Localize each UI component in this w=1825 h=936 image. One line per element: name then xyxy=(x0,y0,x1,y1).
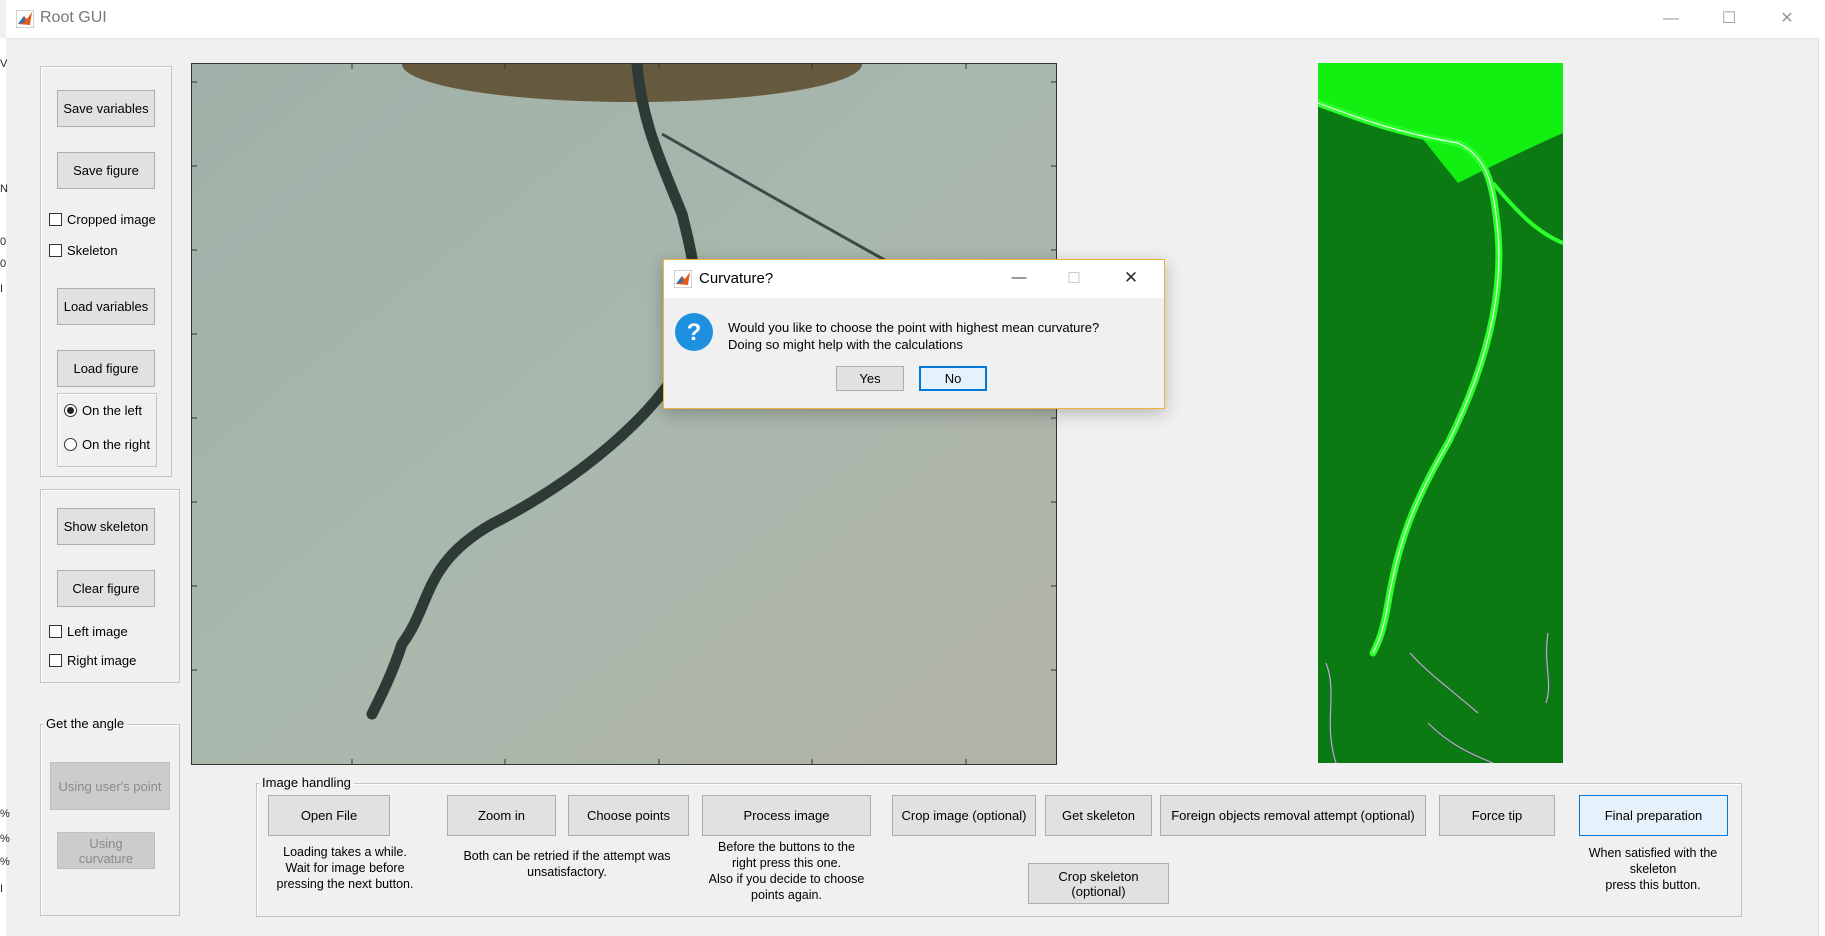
minimize-button[interactable]: — xyxy=(1642,0,1700,38)
dialog-title: Curvature? xyxy=(699,270,774,287)
choose-points-button[interactable]: Choose points xyxy=(568,795,689,836)
checkbox-label: Right image xyxy=(67,653,137,668)
process-image-button[interactable]: Process image xyxy=(702,795,871,836)
checkbox-label: Skeleton xyxy=(67,243,118,258)
left-image-checkbox[interactable]: Left image xyxy=(49,624,128,639)
dialog-minimize-button[interactable]: — xyxy=(1004,269,1034,286)
question-icon: ? xyxy=(674,312,714,352)
background-window-edge: V N 0 0 I % % % I xyxy=(0,38,10,936)
dialog-message-line1: Would you like to choose the point with … xyxy=(728,320,1100,335)
save-variables-button[interactable]: Save variables xyxy=(57,90,155,127)
crop-image-button[interactable]: Crop image (optional) xyxy=(892,795,1036,836)
show-skeleton-button[interactable]: Show skeleton xyxy=(57,508,155,545)
radio-label: On the right xyxy=(82,437,150,452)
edge-text: 0 xyxy=(0,258,7,270)
checkbox-box[interactable] xyxy=(49,654,62,667)
svg-text:?: ? xyxy=(687,319,702,346)
save-figure-button[interactable]: Save figure xyxy=(57,152,155,189)
edge-text: V xyxy=(0,58,8,70)
curvature-dialog: Curvature? — ☐ ✕ ? Would you like to cho… xyxy=(663,259,1165,409)
checkbox-box[interactable] xyxy=(49,244,62,257)
force-tip-button[interactable]: Force tip xyxy=(1439,795,1555,836)
right-image-checkbox[interactable]: Right image xyxy=(49,653,136,668)
yes-button[interactable]: Yes xyxy=(836,366,904,391)
main-image-axes[interactable] xyxy=(191,63,1057,765)
checkbox-label: Left image xyxy=(67,624,128,639)
final-preparation-note: When satisfied with the skeleton press t… xyxy=(1588,846,1718,892)
close-button[interactable]: ✕ xyxy=(1758,0,1816,38)
angle-panel xyxy=(40,724,180,916)
radio-dot[interactable] xyxy=(64,438,77,451)
edge-text: I xyxy=(0,883,4,895)
radio-label: On the left xyxy=(82,403,142,418)
checkbox-label: Cropped image xyxy=(67,212,156,227)
skeleton-image-axes[interactable] xyxy=(1318,63,1563,763)
cropped-image-checkbox[interactable]: Cropped image xyxy=(49,212,156,227)
edge-text: % xyxy=(0,808,10,820)
final-preparation-button[interactable]: Final preparation xyxy=(1579,795,1728,836)
edge-text: I xyxy=(0,283,4,295)
clear-figure-button[interactable]: Clear figure xyxy=(57,570,155,607)
crop-skeleton-button[interactable]: Crop skeleton (optional) xyxy=(1028,863,1169,904)
window-title: Root GUI xyxy=(40,9,107,26)
edge-text: % xyxy=(0,833,10,845)
on-the-left-radio[interactable]: On the left xyxy=(64,403,142,418)
using-curvature-button[interactable]: Using curvature xyxy=(57,832,155,869)
dialog-close-button[interactable]: ✕ xyxy=(1116,268,1146,288)
root-photo xyxy=(192,64,1056,764)
checkbox-box[interactable] xyxy=(49,625,62,638)
load-figure-button[interactable]: Load figure xyxy=(57,350,155,387)
angle-panel-title: Get the angle xyxy=(43,716,128,731)
load-variables-button[interactable]: Load variables xyxy=(57,288,155,325)
open-file-note: Loading takes a while. Wait for image be… xyxy=(276,845,414,891)
radio-dot[interactable] xyxy=(64,404,77,417)
open-file-button[interactable]: Open File xyxy=(268,795,390,836)
edge-text: 0 xyxy=(0,236,7,248)
image-handling-title: Image handling xyxy=(259,775,354,790)
skeleton-checkbox[interactable]: Skeleton xyxy=(49,243,118,258)
foreign-objects-removal-button[interactable]: Foreign objects removal attempt (optiona… xyxy=(1160,795,1426,836)
process-image-note: Before the buttons to the right press th… xyxy=(708,840,865,902)
dialog-maximize-button[interactable]: ☐ xyxy=(1059,269,1089,287)
maximize-button[interactable]: ☐ xyxy=(1700,0,1758,38)
matlab-icon xyxy=(673,269,693,289)
get-skeleton-button[interactable]: Get skeleton xyxy=(1045,795,1152,836)
title-bar xyxy=(6,0,1825,39)
edge-text: N xyxy=(0,183,8,195)
no-button[interactable]: No xyxy=(919,366,987,391)
background-window-edge xyxy=(1818,38,1825,936)
dialog-message-line2: Doing so might help with the calculation… xyxy=(728,337,963,352)
checkbox-box[interactable] xyxy=(49,213,62,226)
edge-text: % xyxy=(0,856,10,868)
zoom-in-button[interactable]: Zoom in xyxy=(447,795,556,836)
skeleton-photo xyxy=(1318,63,1563,763)
using-users-point-button[interactable]: Using user's point xyxy=(50,762,170,810)
matlab-icon xyxy=(15,9,35,29)
on-the-right-radio[interactable]: On the right xyxy=(64,437,150,452)
zoom-choose-note: Both can be retried if the attempt was u… xyxy=(463,849,671,879)
